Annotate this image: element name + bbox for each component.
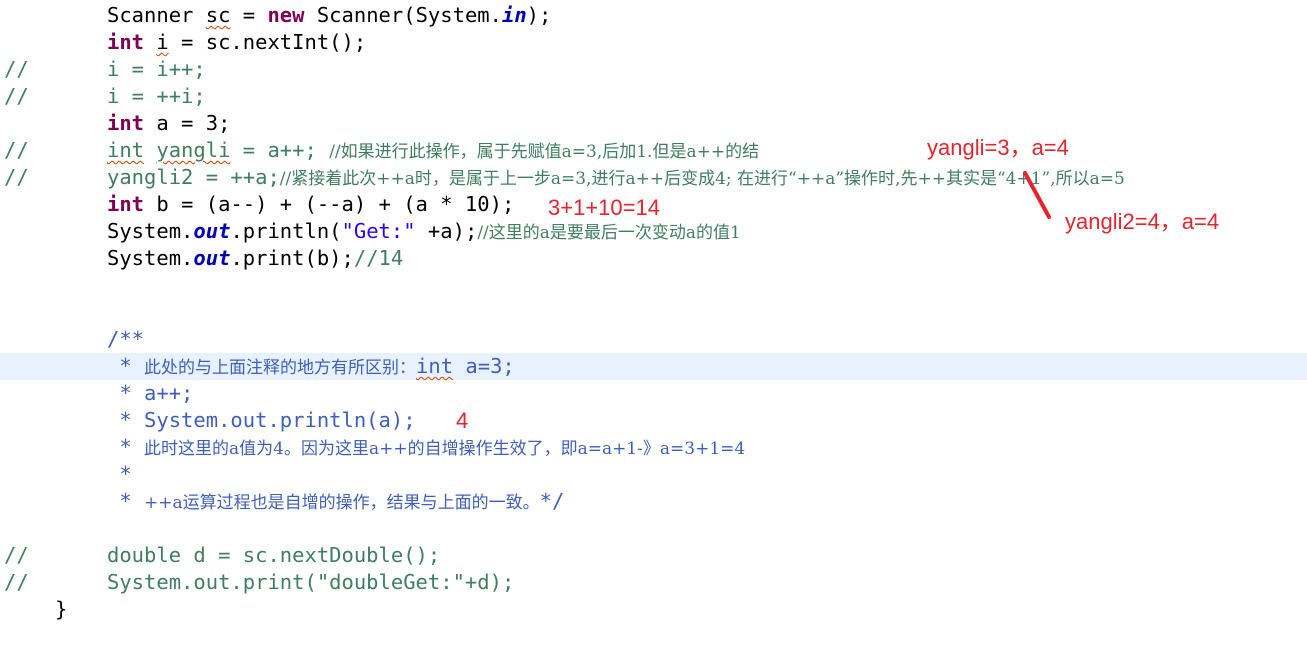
commented-variable-yangli: yangli [156,138,231,162]
javadoc-token: * [107,354,145,378]
code-line-17[interactable]: * ++a运算过程也是自增的操作，结果与上面的一致。*/ [0,488,1307,515]
annotation-b-calculation: 3+1+10=14 [548,195,660,220]
code-token: b = (a--) + (--a) + (a * 10); [144,192,515,216]
commented-code: yangli2 = ++a; [107,165,280,189]
annotation-yangli2-result: yangli2=4，a=4 [1065,209,1220,234]
line-comment: //14 [353,246,404,270]
code-token: = [230,3,268,27]
code-line-4[interactable]: // i = ++i; [0,83,1307,110]
line-comment-marker: // [4,543,29,567]
javadoc-end: */ [539,489,565,513]
code-line-7[interactable]: // yangli2 = ++a;//紧接着此次++a时，是属于上一步a=3,进… [0,164,1307,191]
commented-code: i = i++; [107,57,206,81]
code-token: System. [107,246,194,270]
code-token: a = 3; [144,111,231,135]
chinese-comment: ++a运算过程也是自增的操作，结果与上面的一致。 [144,493,540,513]
line-comment-marker: // [4,57,29,81]
chinese-comment: //这里的a是要最后一次变动a的值1 [477,223,741,243]
code-token: .println( [230,219,342,243]
commented-keyword: int [107,138,145,162]
chinese-comment: 此处的与上面注释的地方有所区别： [144,358,417,378]
code-token: = a++; [230,138,330,162]
code-token: ); [526,3,552,27]
line-comment-marker: // [4,84,29,108]
code-line-10[interactable]: System.out.print(b);//14 [0,245,1307,272]
code-line-15[interactable]: * 此时这里的a值为4。因为这里a++的自增操作生效了，即a=a+1-》a=3+… [0,434,1307,461]
javadoc-token: a=3; [453,354,515,378]
code-line-20[interactable]: } [0,596,1307,623]
string-literal: "Get:" [341,219,416,243]
code-line-14[interactable]: * System.out.println(a); [0,407,1307,434]
static-field-in: in [501,3,527,27]
code-token: System. [107,219,194,243]
static-field-out: out [193,246,231,270]
code-line-12-current[interactable]: * 此处的与上面注释的地方有所区别：int a=3; [0,353,1307,380]
commented-code: System.out.print("doubleGet:"+d); [107,570,515,594]
keyword-int: int [107,111,145,135]
static-field-out: out [193,219,231,243]
chinese-comment: 此时这里的a值为4。因为这里a++的自增操作生效了，即a=a+1-》a=3+1=… [144,439,746,459]
javadoc-start: /** [107,327,145,351]
variable-i: i [156,30,169,54]
javadoc-text: * System.out.println(a); [107,408,416,432]
code-line-11[interactable]: /** [0,326,1307,353]
code-line-19[interactable]: // System.out.print("doubleGet:"+d); [0,569,1307,596]
variable-sc: sc [205,3,231,27]
line-comment-marker: // [4,138,29,162]
code-line-6[interactable]: // int yangli = a++; //如果进行此操作，属于先赋值a=3,… [0,137,1307,164]
code-line-1[interactable]: Scanner sc = new Scanner(System.in); [0,2,1307,29]
code-line-3[interactable]: // i = i++; [0,56,1307,83]
javadoc-token: * [107,435,145,459]
code-token: .print(b); [230,246,354,270]
javadoc-text: * a++; [107,381,194,405]
code-token: Scanner(System. [304,3,502,27]
chinese-comment: //如果进行此操作，属于先赋值a=3,后加1.但是a++的结 [329,142,760,162]
code-line-18[interactable]: // double d = sc.nextDouble(); [0,542,1307,569]
code-line-16[interactable]: * [0,461,1307,488]
code-token: Scanner [107,3,206,27]
keyword-int: int [107,192,145,216]
commented-code: i = ++i; [107,84,206,108]
closing-brace: } [55,597,68,621]
javadoc-token: * [107,489,145,513]
annotation-print-result: 4 [456,408,469,433]
annotation-yangli-result: yangli=3，a=4 [927,135,1069,160]
keyword-int: int [107,30,145,54]
line-comment-marker: // [4,165,29,189]
code-token: = sc.nextInt(); [168,30,367,54]
redacted-blur-patch [835,140,920,162]
chinese-comment: //紧接着此次++a时，是属于上一步a=3,进行a++后变成4; 在进行“++a… [279,169,1125,189]
javadoc-int: int [416,354,454,378]
code-line-2[interactable]: int i = sc.nextInt(); [0,29,1307,56]
keyword-new: new [267,3,305,27]
code-line-5[interactable]: int a = 3; [0,110,1307,137]
code-line-13[interactable]: * a++; [0,380,1307,407]
code-token: +a); [415,219,478,243]
commented-code: double d = sc.nextDouble(); [107,543,441,567]
javadoc-text: * [107,462,132,486]
line-comment-marker: // [4,570,29,594]
annotation-arrow-icon [1023,171,1051,219]
